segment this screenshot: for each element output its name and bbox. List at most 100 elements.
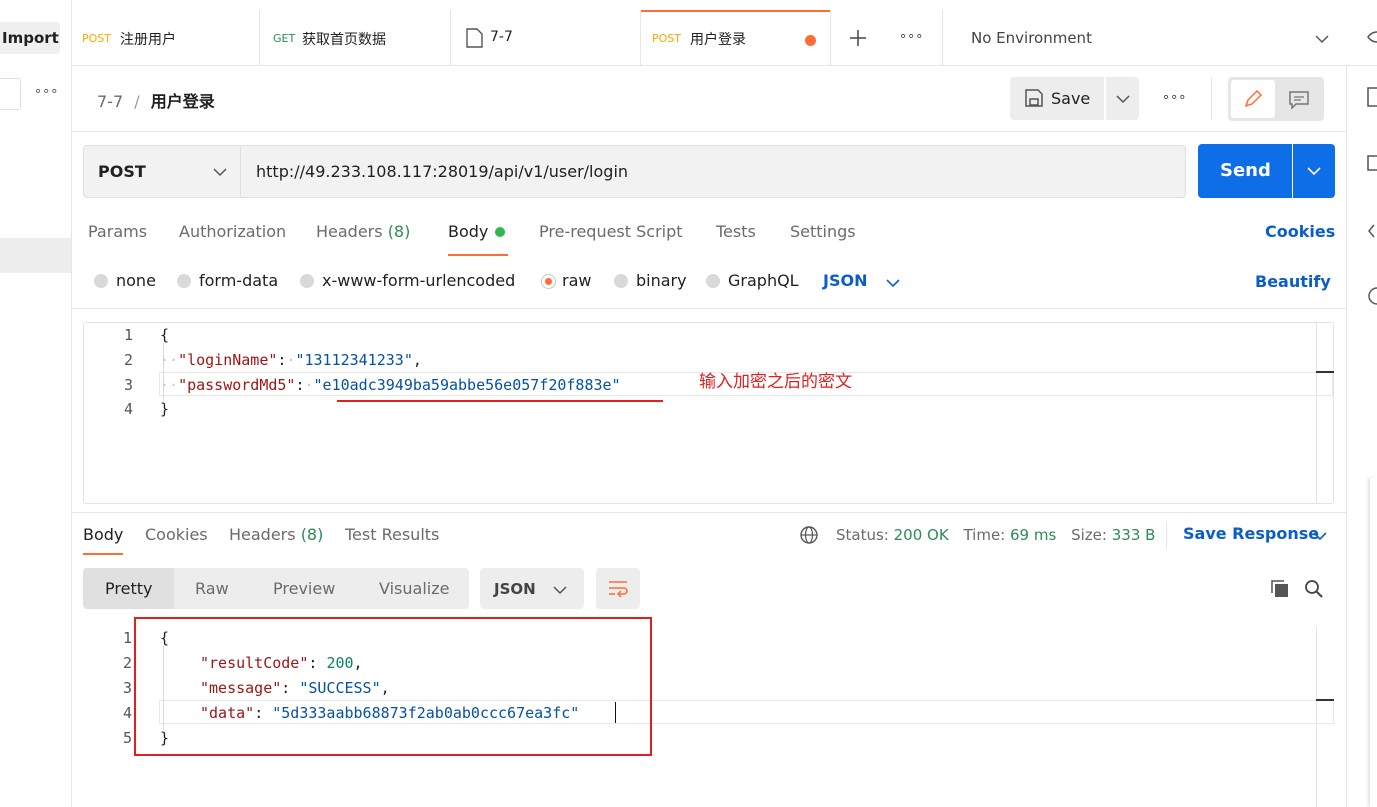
body-format-select[interactable]: JSON bbox=[823, 270, 903, 294]
tab-tests[interactable]: Tests bbox=[716, 222, 756, 241]
wrap-lines-button[interactable] bbox=[596, 568, 640, 609]
code-line-3: ··"passwordMd5":·"e10adc3949ba59abbe56e0… bbox=[160, 376, 621, 394]
save-button[interactable]: Save bbox=[1010, 77, 1104, 120]
editor-scroll-track[interactable] bbox=[1316, 323, 1317, 503]
edit-mode-button[interactable] bbox=[1231, 80, 1275, 118]
tab-prerequest-script[interactable]: Pre-request Script bbox=[539, 222, 683, 241]
comment-icon bbox=[1289, 91, 1309, 110]
view-pretty-button[interactable]: Pretty bbox=[83, 568, 174, 609]
highlight-box bbox=[134, 617, 652, 756]
label-binary: binary bbox=[636, 271, 687, 290]
right-panel-edge bbox=[1370, 478, 1377, 807]
more-actions-icon[interactable]: ∘∘∘ bbox=[1162, 90, 1186, 105]
tab-collection-7-7[interactable]: 7-7 bbox=[451, 10, 640, 65]
send-label: Send bbox=[1220, 160, 1271, 181]
resp-tab-test-results[interactable]: Test Results bbox=[345, 525, 439, 544]
tab-register[interactable]: POST 注册用户 bbox=[72, 10, 259, 65]
eye-icon[interactable] bbox=[1366, 28, 1377, 46]
chevron-down-icon bbox=[553, 586, 567, 595]
radio-raw[interactable] bbox=[541, 274, 556, 289]
radio-form-data[interactable] bbox=[177, 274, 191, 288]
sidebar-item-selected[interactable] bbox=[0, 238, 71, 273]
response-format-label: JSON bbox=[494, 580, 536, 598]
breadcrumb-parent[interactable]: 7-7 bbox=[97, 92, 123, 111]
sidebar-more-icon[interactable]: ∘∘∘ bbox=[34, 84, 58, 99]
globe-icon[interactable] bbox=[799, 525, 819, 545]
chevron-down-icon bbox=[1116, 95, 1130, 104]
comments-icon[interactable] bbox=[1366, 154, 1377, 174]
wrap-lines-icon bbox=[609, 581, 628, 598]
label-form-data: form-data bbox=[199, 271, 279, 290]
pencil-icon bbox=[1244, 89, 1263, 108]
tab-name: 获取首页数据 bbox=[302, 32, 386, 48]
comment-mode-button[interactable] bbox=[1278, 80, 1322, 118]
cookies-link[interactable]: Cookies bbox=[1265, 222, 1335, 241]
tab-headers-count: (8) bbox=[387, 222, 411, 241]
time-label: Time: bbox=[963, 526, 1006, 544]
send-button[interactable]: Send bbox=[1198, 144, 1292, 198]
radio-graphql[interactable] bbox=[706, 274, 720, 288]
radio-urlencoded[interactable] bbox=[300, 274, 314, 288]
tab-get-homepage[interactable]: GET 获取首页数据 bbox=[260, 10, 450, 65]
collection-icon bbox=[466, 28, 483, 48]
line-number: 1 bbox=[123, 326, 133, 344]
save-response-button[interactable]: Save Response bbox=[1183, 523, 1333, 549]
resp-tab-headers[interactable]: Headers (8) bbox=[229, 525, 323, 544]
view-raw-button[interactable]: Raw bbox=[195, 579, 229, 598]
label-graphql: GraphQL bbox=[728, 271, 799, 290]
line-number: 2 bbox=[123, 351, 133, 369]
method-select[interactable]: POST bbox=[83, 145, 241, 198]
environment-select[interactable]: No Environment bbox=[943, 10, 1343, 65]
status-value[interactable]: 200 OK bbox=[894, 526, 949, 544]
save-options-button[interactable] bbox=[1106, 77, 1139, 120]
resp-tab-underline bbox=[83, 553, 123, 555]
code-icon[interactable] bbox=[1366, 222, 1377, 240]
label-none: none bbox=[116, 271, 156, 290]
tab-settings[interactable]: Settings bbox=[790, 222, 856, 241]
tab-user-login[interactable]: POST 用户登录 bbox=[641, 10, 830, 65]
documentation-icon[interactable] bbox=[1366, 86, 1377, 108]
sidebar-filter[interactable] bbox=[0, 78, 21, 110]
line-number: 4 bbox=[123, 400, 133, 418]
search-icon[interactable] bbox=[1303, 578, 1325, 600]
resp-tab-body[interactable]: Body bbox=[83, 525, 123, 544]
send-options-button[interactable] bbox=[1293, 144, 1335, 198]
chevron-down-icon bbox=[1315, 35, 1329, 44]
tab-authorization[interactable]: Authorization bbox=[179, 222, 286, 241]
tab-method-post: POST bbox=[652, 32, 681, 45]
method-label: POST bbox=[98, 162, 146, 181]
import-button[interactable]: Import bbox=[0, 22, 60, 54]
tab-method-get: GET bbox=[273, 32, 296, 45]
label-raw: raw bbox=[562, 271, 592, 290]
request-body-editor[interactable] bbox=[83, 322, 1334, 504]
time-value[interactable]: 69 ms bbox=[1010, 526, 1056, 544]
tab-params[interactable]: Params bbox=[88, 222, 147, 241]
radio-none[interactable] bbox=[94, 274, 108, 288]
line-number: 2 bbox=[122, 654, 132, 672]
view-pretty-label: Pretty bbox=[105, 579, 153, 598]
info-icon[interactable] bbox=[1366, 286, 1377, 306]
resp-headers-label: Headers bbox=[229, 525, 296, 544]
radio-binary[interactable] bbox=[614, 274, 628, 288]
line-number: 1 bbox=[122, 629, 132, 647]
size-value[interactable]: 333 B bbox=[1112, 526, 1156, 544]
view-segment: Pretty Raw Preview Visualize bbox=[83, 568, 469, 609]
environment-label: No Environment bbox=[971, 29, 1092, 47]
resp-tab-cookies[interactable]: Cookies bbox=[145, 525, 208, 544]
view-preview-button[interactable]: Preview bbox=[273, 579, 335, 598]
tabs-more-icon[interactable]: ∘∘∘ bbox=[899, 29, 923, 44]
copy-icon[interactable] bbox=[1269, 578, 1291, 600]
response-format-select[interactable]: JSON bbox=[480, 568, 584, 609]
tab-headers[interactable]: Headers (8) bbox=[316, 222, 410, 241]
line-number: 4 bbox=[122, 704, 132, 722]
page-title: 用户登录 bbox=[150, 92, 215, 111]
tab-body[interactable]: Body bbox=[448, 222, 488, 241]
beautify-link[interactable]: Beautify bbox=[1255, 272, 1331, 291]
new-tab-button[interactable] bbox=[843, 24, 873, 54]
code-brace-open: { bbox=[160, 326, 170, 344]
url-input[interactable]: http://49.233.108.117:28019/api/v1/user/… bbox=[241, 145, 1186, 198]
code-line-2: ··"loginName":·"13112341233", bbox=[160, 351, 422, 369]
view-visualize-button[interactable]: Visualize bbox=[379, 579, 449, 598]
json-value: "e10adc3949ba59abbe56e057f20f883e" bbox=[313, 376, 621, 394]
tab-body-label: Body bbox=[448, 222, 489, 241]
